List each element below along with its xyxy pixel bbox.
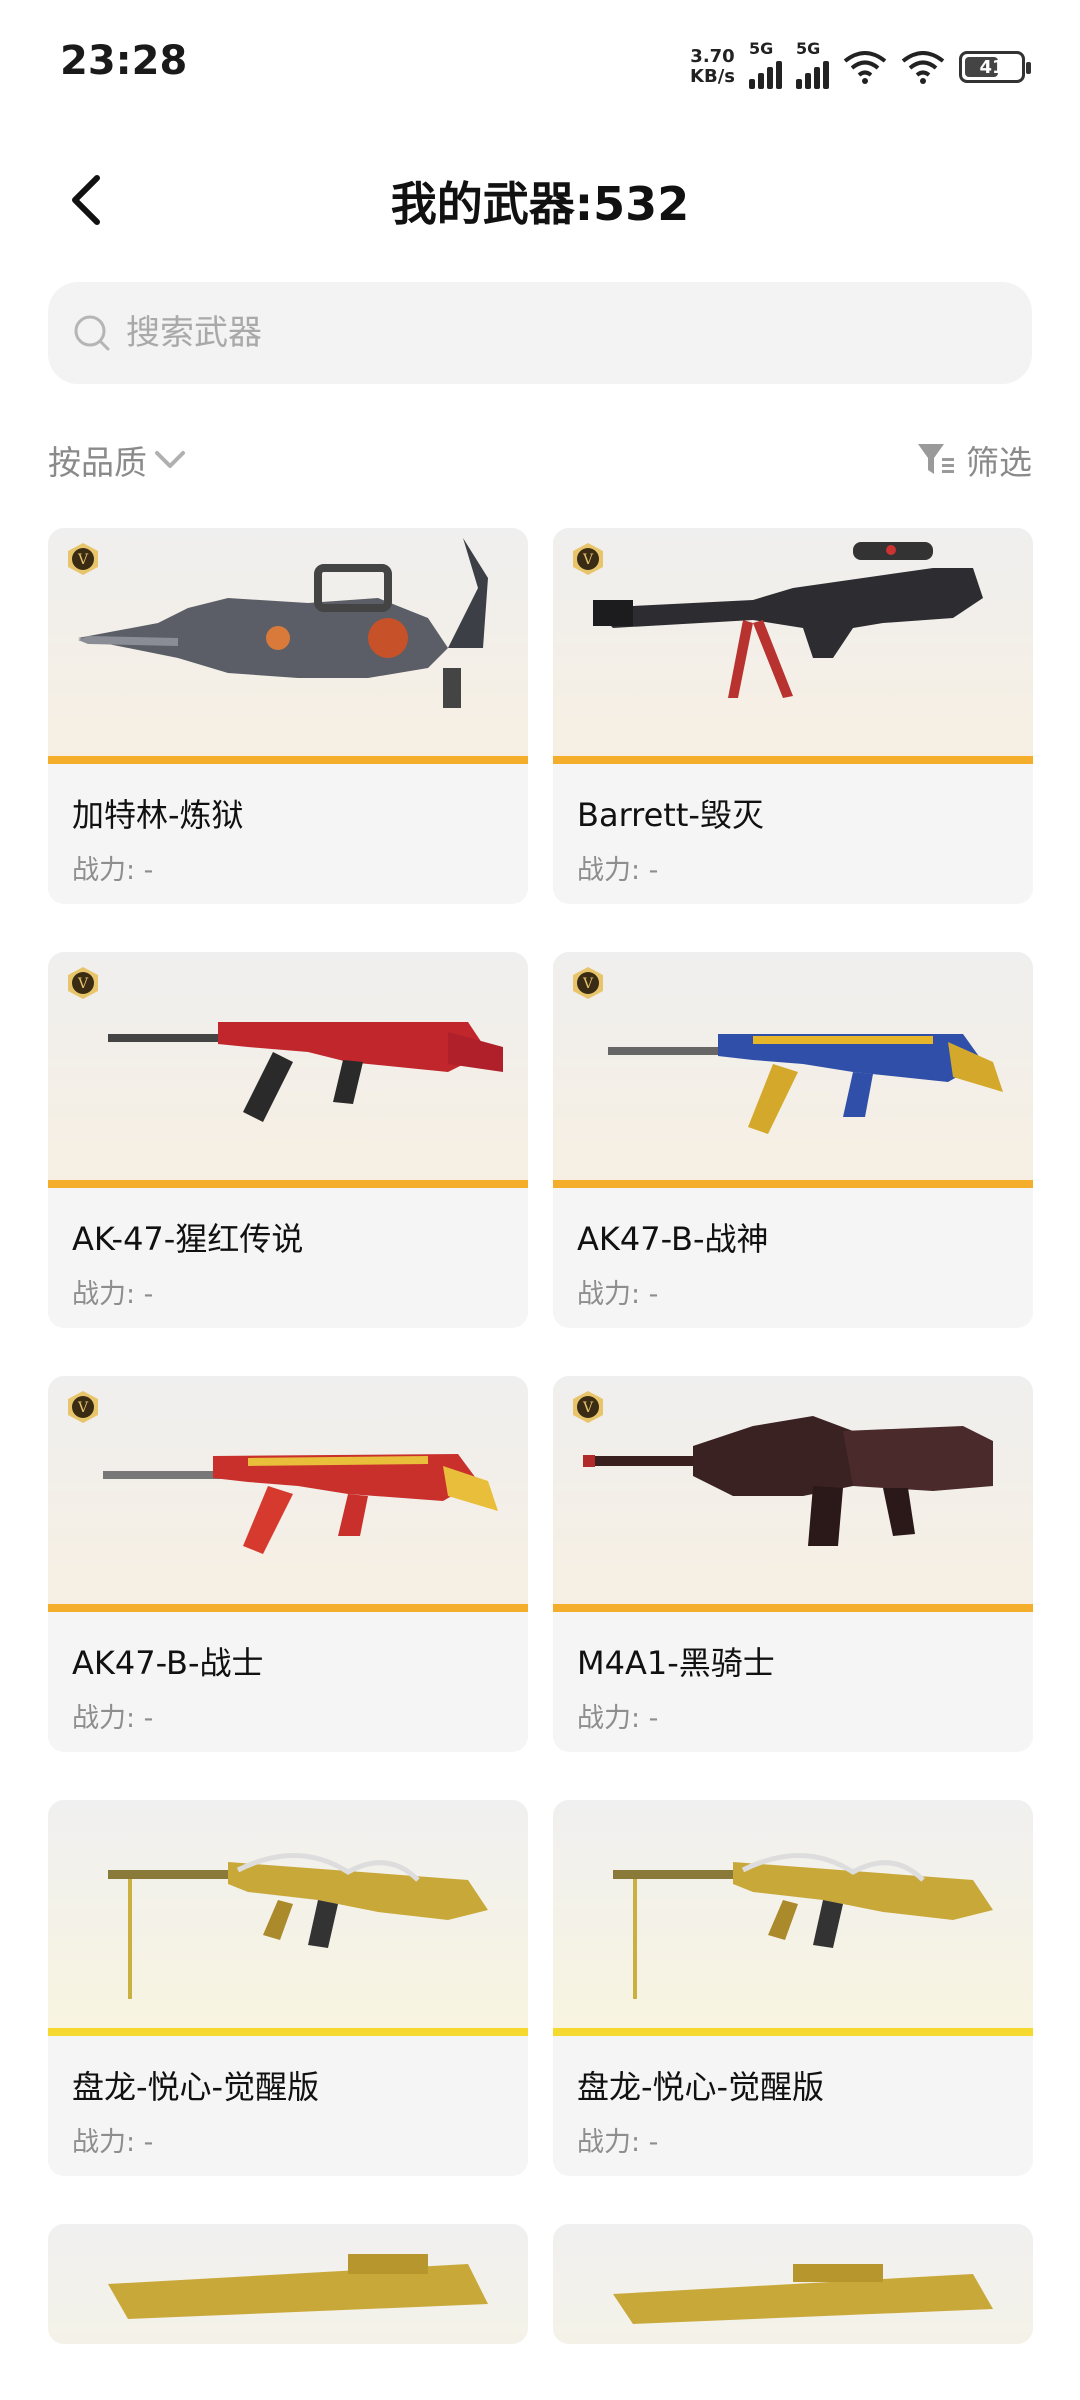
weapon-grid: V 加特林-炼狱 战力: - V Barrett-毁灭 战力: - V AK-4…	[48, 528, 1033, 2344]
weapon-power: 战力: -	[72, 1279, 154, 1310]
quality-stripe	[48, 1180, 528, 1188]
weapon-image-area: V	[48, 528, 528, 764]
quality-stripe	[553, 2028, 1033, 2036]
weapon-image-area	[48, 1800, 528, 2036]
weapon-name: AK47-B-战士	[72, 1644, 264, 1682]
sort-by-quality-dropdown[interactable]: 按品质	[48, 436, 187, 484]
weapon-name: 盘龙-悦心-觉醒版	[72, 2068, 320, 2106]
quality-stripe	[48, 1604, 528, 1612]
weapon-name: 加特林-炼狱	[72, 796, 244, 834]
quality-stripe	[553, 1180, 1033, 1188]
weapon-power: 战力: -	[72, 1703, 154, 1734]
sort-label: 按品质	[48, 443, 147, 482]
filter-row: 按品质 筛选	[48, 430, 1032, 490]
signal-icon-sim2: 5G	[796, 39, 829, 89]
weapon-card[interactable]: V Barrett-毁灭 战力: -	[553, 528, 1033, 904]
filter-icon	[918, 444, 954, 474]
weapon-power: 战力: -	[72, 2127, 154, 2158]
gold-weapon-image	[613, 2264, 993, 2324]
wifi-icon-2	[901, 51, 945, 84]
quality-stripe	[553, 756, 1033, 764]
battery-level: 41	[979, 56, 1005, 78]
weapon-image-area: V	[48, 952, 528, 1188]
weapon-card-partial[interactable]	[553, 2224, 1033, 2344]
ak47-b-warrior-weapon-image	[103, 1454, 498, 1554]
weapon-image-area: V	[553, 1376, 1033, 1612]
weapon-power: 战力: -	[577, 2127, 659, 2158]
weapon-power: 战力: -	[577, 1703, 659, 1734]
weapon-image-area	[553, 2224, 1033, 2344]
search-input[interactable]	[124, 312, 1008, 354]
weapon-card[interactable]: V M4A1-黑骑士 战力: -	[553, 1376, 1033, 1752]
panlong-weapon-image	[108, 1853, 488, 1999]
gatling-weapon-image	[78, 538, 488, 708]
weapon-card[interactable]: V AK47-B-战士 战力: -	[48, 1376, 528, 1752]
wifi-icon	[843, 51, 887, 84]
signal-icon-sim1: 5G	[749, 39, 782, 89]
network-speed-unit: KB/s	[690, 66, 735, 87]
weapon-name: M4A1-黑骑士	[577, 1644, 775, 1682]
quality-stripe	[553, 1604, 1033, 1612]
page-title: 我的武器:532	[390, 177, 690, 231]
filter-button[interactable]: 筛选	[916, 436, 1032, 484]
weapon-image-area: V	[553, 528, 1033, 764]
status-time: 23:28	[60, 38, 188, 84]
weapon-image-area: V	[48, 1376, 528, 1612]
weapon-power: 战力: -	[577, 1279, 659, 1310]
search-icon	[74, 315, 110, 351]
network-speed: 3.70 KB/s	[690, 47, 735, 87]
ak47-b-wargod-weapon-image	[608, 1034, 1003, 1134]
status-icons: 3.70 KB/s 5G 5G 41	[690, 39, 1031, 92]
weapon-name: AK47-B-战神	[577, 1220, 769, 1258]
weapon-card-partial[interactable]	[48, 2224, 528, 2344]
weapon-image-area: V	[553, 952, 1033, 1188]
m4a1-black-knight-weapon-image	[583, 1416, 993, 1546]
panlong-weapon-image	[613, 1853, 993, 1999]
header: 我的武器:532	[0, 150, 1080, 250]
sim1-label: 5G	[749, 39, 774, 58]
quality-stripe	[48, 756, 528, 764]
weapon-power: 战力: -	[577, 855, 659, 886]
weapon-card[interactable]: 盘龙-悦心-觉醒版 战力: -	[553, 1800, 1033, 2176]
gold-weapon-image	[108, 2254, 488, 2319]
network-speed-value: 3.70	[690, 46, 735, 67]
weapon-card[interactable]: V 加特林-炼狱 战力: -	[48, 528, 528, 904]
barrett-weapon-image	[593, 542, 983, 698]
ak47-crimson-weapon-image	[108, 1022, 503, 1122]
weapon-name: AK-47-猩红传说	[72, 1220, 304, 1258]
sim2-label: 5G	[796, 39, 821, 58]
chevron-down-icon	[155, 451, 185, 468]
weapon-power: 战力: -	[72, 855, 154, 886]
weapon-name: 盘龙-悦心-觉醒版	[577, 2068, 825, 2106]
weapon-name: Barrett-毁灭	[577, 796, 764, 834]
weapon-image-area	[553, 1800, 1033, 2036]
weapon-image-area	[48, 2224, 528, 2344]
weapon-card[interactable]: 盘龙-悦心-觉醒版 战力: -	[48, 1800, 528, 2176]
search-bar[interactable]	[48, 282, 1032, 384]
quality-stripe	[48, 2028, 528, 2036]
battery-icon: 41	[959, 51, 1031, 83]
weapon-card[interactable]: V AK47-B-战神 战力: -	[553, 952, 1033, 1328]
status-bar: 23:28 3.70 KB/s 5G 5G 41	[0, 0, 1080, 130]
filter-label: 筛选	[966, 443, 1032, 482]
weapon-card[interactable]: V AK-47-猩红传说 战力: -	[48, 952, 528, 1328]
